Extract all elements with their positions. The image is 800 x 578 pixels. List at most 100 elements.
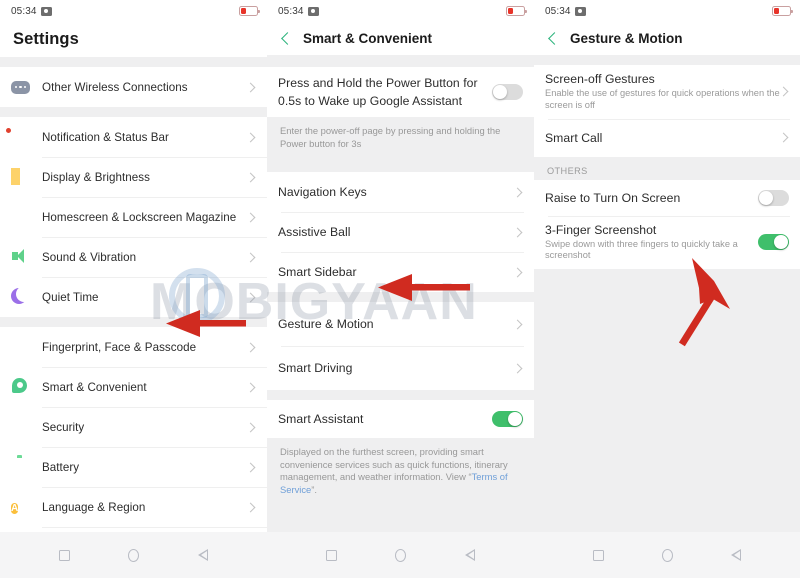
recents-square-icon[interactable] — [59, 549, 71, 561]
gesture-group-a: Screen-off Gestures Enable the use of ge… — [534, 65, 800, 157]
sidebar-item-language[interactable]: A Language & Region — [0, 487, 267, 527]
back-chevron-icon[interactable] — [279, 32, 293, 46]
settings-group-1: Other Wireless Connections — [0, 67, 267, 107]
chevron-right-icon — [245, 292, 256, 302]
chevron-right-icon — [245, 252, 256, 262]
sidebar-item-label: Other Wireless Connections — [42, 80, 188, 94]
sidebar-item-security[interactable]: Security — [0, 407, 267, 447]
sidebar-item-fingerprint[interactable]: Fingerprint, Face & Passcode — [0, 327, 267, 367]
gesture-group-b: Raise to Turn On Screen 3-Finger Screens… — [534, 179, 800, 270]
smart-assistant-toggle[interactable] — [492, 411, 523, 428]
camera-icon — [307, 6, 319, 16]
back-triangle-icon[interactable] — [464, 549, 475, 561]
row-gesture-motion[interactable]: Gesture & Motion — [267, 302, 534, 347]
home-circle-icon[interactable] — [128, 548, 140, 562]
row-three-finger-screenshot[interactable]: 3-Finger Screenshot Swipe down with thre… — [534, 215, 800, 270]
status-bar-time: 05:34 — [278, 5, 304, 17]
back-triangle-icon[interactable] — [197, 549, 208, 561]
back-triangle-icon[interactable] — [731, 549, 741, 561]
nav-group-b: Gesture & Motion Smart Driving — [267, 302, 534, 391]
chevron-right-icon — [512, 363, 523, 374]
chevron-right-icon — [245, 172, 256, 182]
sidebar-item-other-wireless[interactable]: Other Wireless Connections — [0, 67, 267, 107]
battery-low-icon — [239, 6, 261, 16]
list-gap — [534, 55, 800, 65]
chevron-right-icon — [245, 342, 256, 352]
list-gap — [267, 292, 534, 303]
three-finger-screenshot-toggle[interactable] — [758, 234, 789, 251]
row-smart-driving[interactable]: Smart Driving — [267, 346, 534, 391]
list-gap — [0, 317, 267, 327]
phone-screen-settings: 05:34 Settings Other Wireless Connection… — [0, 0, 267, 578]
row-label: Navigation Keys — [278, 185, 367, 200]
row-text-stack: Press and Hold the Power Button for 0.5s… — [278, 67, 492, 117]
sidebar-item-label: Security — [42, 420, 85, 434]
list-gap — [0, 57, 267, 67]
row-text-stack: Screen-off Gestures Enable the use of ge… — [545, 65, 780, 119]
row-label: Smart Call — [545, 130, 603, 145]
gesture-motion-list: Screen-off Gestures Enable the use of ge… — [534, 55, 800, 532]
row-smart-sidebar[interactable]: Smart Sidebar — [267, 252, 534, 293]
sidebar-item-smart-convenient[interactable]: Smart & Convenient — [0, 367, 267, 407]
smart-assistant-note: Displayed on the furthest screen, provid… — [267, 438, 534, 507]
row-screen-off-gestures[interactable]: Screen-off Gestures Enable the use of ge… — [534, 65, 800, 119]
sidebar-item-label: Language & Region — [42, 500, 146, 514]
section-header-others: OTHERS — [534, 156, 800, 180]
sidebar-item-notification[interactable]: Notification & Status Bar — [0, 117, 267, 157]
chevron-right-icon — [245, 422, 256, 432]
sidebar-item-additional-settings[interactable]: Additional Settings — [0, 527, 267, 532]
chevron-right-icon — [512, 319, 523, 330]
sidebar-item-label: Quiet Time — [42, 290, 99, 304]
chevron-right-icon — [512, 267, 523, 278]
power-button-group: Press and Hold the Power Button for 0.5s… — [267, 67, 534, 117]
recents-square-icon[interactable] — [326, 549, 338, 561]
page-title-bar: Smart & Convenient — [267, 22, 534, 55]
recents-square-icon[interactable] — [593, 549, 604, 561]
row-label: Assistive Ball — [278, 225, 351, 240]
display-icon — [11, 168, 30, 187]
page-title: Settings — [13, 30, 79, 48]
page-title: Gesture & Motion — [570, 31, 683, 46]
power-button-toggle[interactable] — [492, 84, 523, 100]
sidebar-item-label: Display & Brightness — [42, 170, 150, 184]
sidebar-item-battery[interactable]: Battery — [0, 447, 267, 487]
nav-group-a: Navigation Keys Assistive Ball Smart Sid… — [267, 172, 534, 293]
smart-convenient-icon — [11, 378, 30, 397]
quiet-time-icon — [11, 288, 30, 307]
chevron-right-icon — [512, 227, 523, 238]
status-bar-time: 05:34 — [545, 5, 571, 17]
row-navigation-keys[interactable]: Navigation Keys — [267, 172, 534, 213]
chevron-right-icon — [778, 132, 789, 143]
status-bar: 05:34 — [534, 0, 800, 22]
row-power-button-assistant[interactable]: Press and Hold the Power Button for 0.5s… — [267, 67, 534, 117]
camera-icon — [574, 6, 586, 16]
row-smart-assistant[interactable]: Smart Assistant — [267, 400, 534, 439]
chevron-right-icon — [245, 132, 256, 142]
camera-icon — [40, 6, 52, 16]
sidebar-item-display[interactable]: Display & Brightness — [0, 157, 267, 197]
back-chevron-icon[interactable] — [546, 32, 560, 46]
chevron-right-icon — [245, 462, 256, 472]
chevron-right-icon — [245, 502, 256, 512]
sidebar-item-label: Battery — [42, 460, 80, 474]
sidebar-item-homescreen[interactable]: Homescreen & Lockscreen Magazine — [0, 197, 267, 237]
row-label: Gesture & Motion — [278, 317, 374, 332]
sidebar-item-sound[interactable]: Sound & Vibration — [0, 237, 267, 277]
row-smart-call[interactable]: Smart Call — [534, 118, 800, 157]
navigation-bar — [267, 532, 534, 578]
row-label: Press and Hold the Power Button for 0.5s… — [278, 76, 478, 108]
battery-low-icon — [772, 6, 794, 16]
smart-convenient-list: Press and Hold the Power Button for 0.5s… — [267, 55, 534, 532]
sidebar-item-label: Sound & Vibration — [42, 250, 137, 264]
home-circle-icon[interactable] — [395, 548, 407, 562]
settings-group-3: Fingerprint, Face & Passcode Smart & Con… — [0, 327, 267, 532]
home-circle-icon[interactable] — [662, 548, 673, 562]
sidebar-item-quiet-time[interactable]: Quiet Time — [0, 277, 267, 317]
sidebar-item-label: Smart & Convenient — [42, 380, 147, 394]
row-assistive-ball[interactable]: Assistive Ball — [267, 212, 534, 253]
raise-to-turn-on-toggle[interactable] — [758, 189, 789, 206]
row-raise-to-turn-on[interactable]: Raise to Turn On Screen — [534, 179, 800, 216]
list-gap — [267, 55, 534, 67]
chevron-right-icon — [245, 382, 256, 392]
notification-icon — [11, 128, 30, 147]
